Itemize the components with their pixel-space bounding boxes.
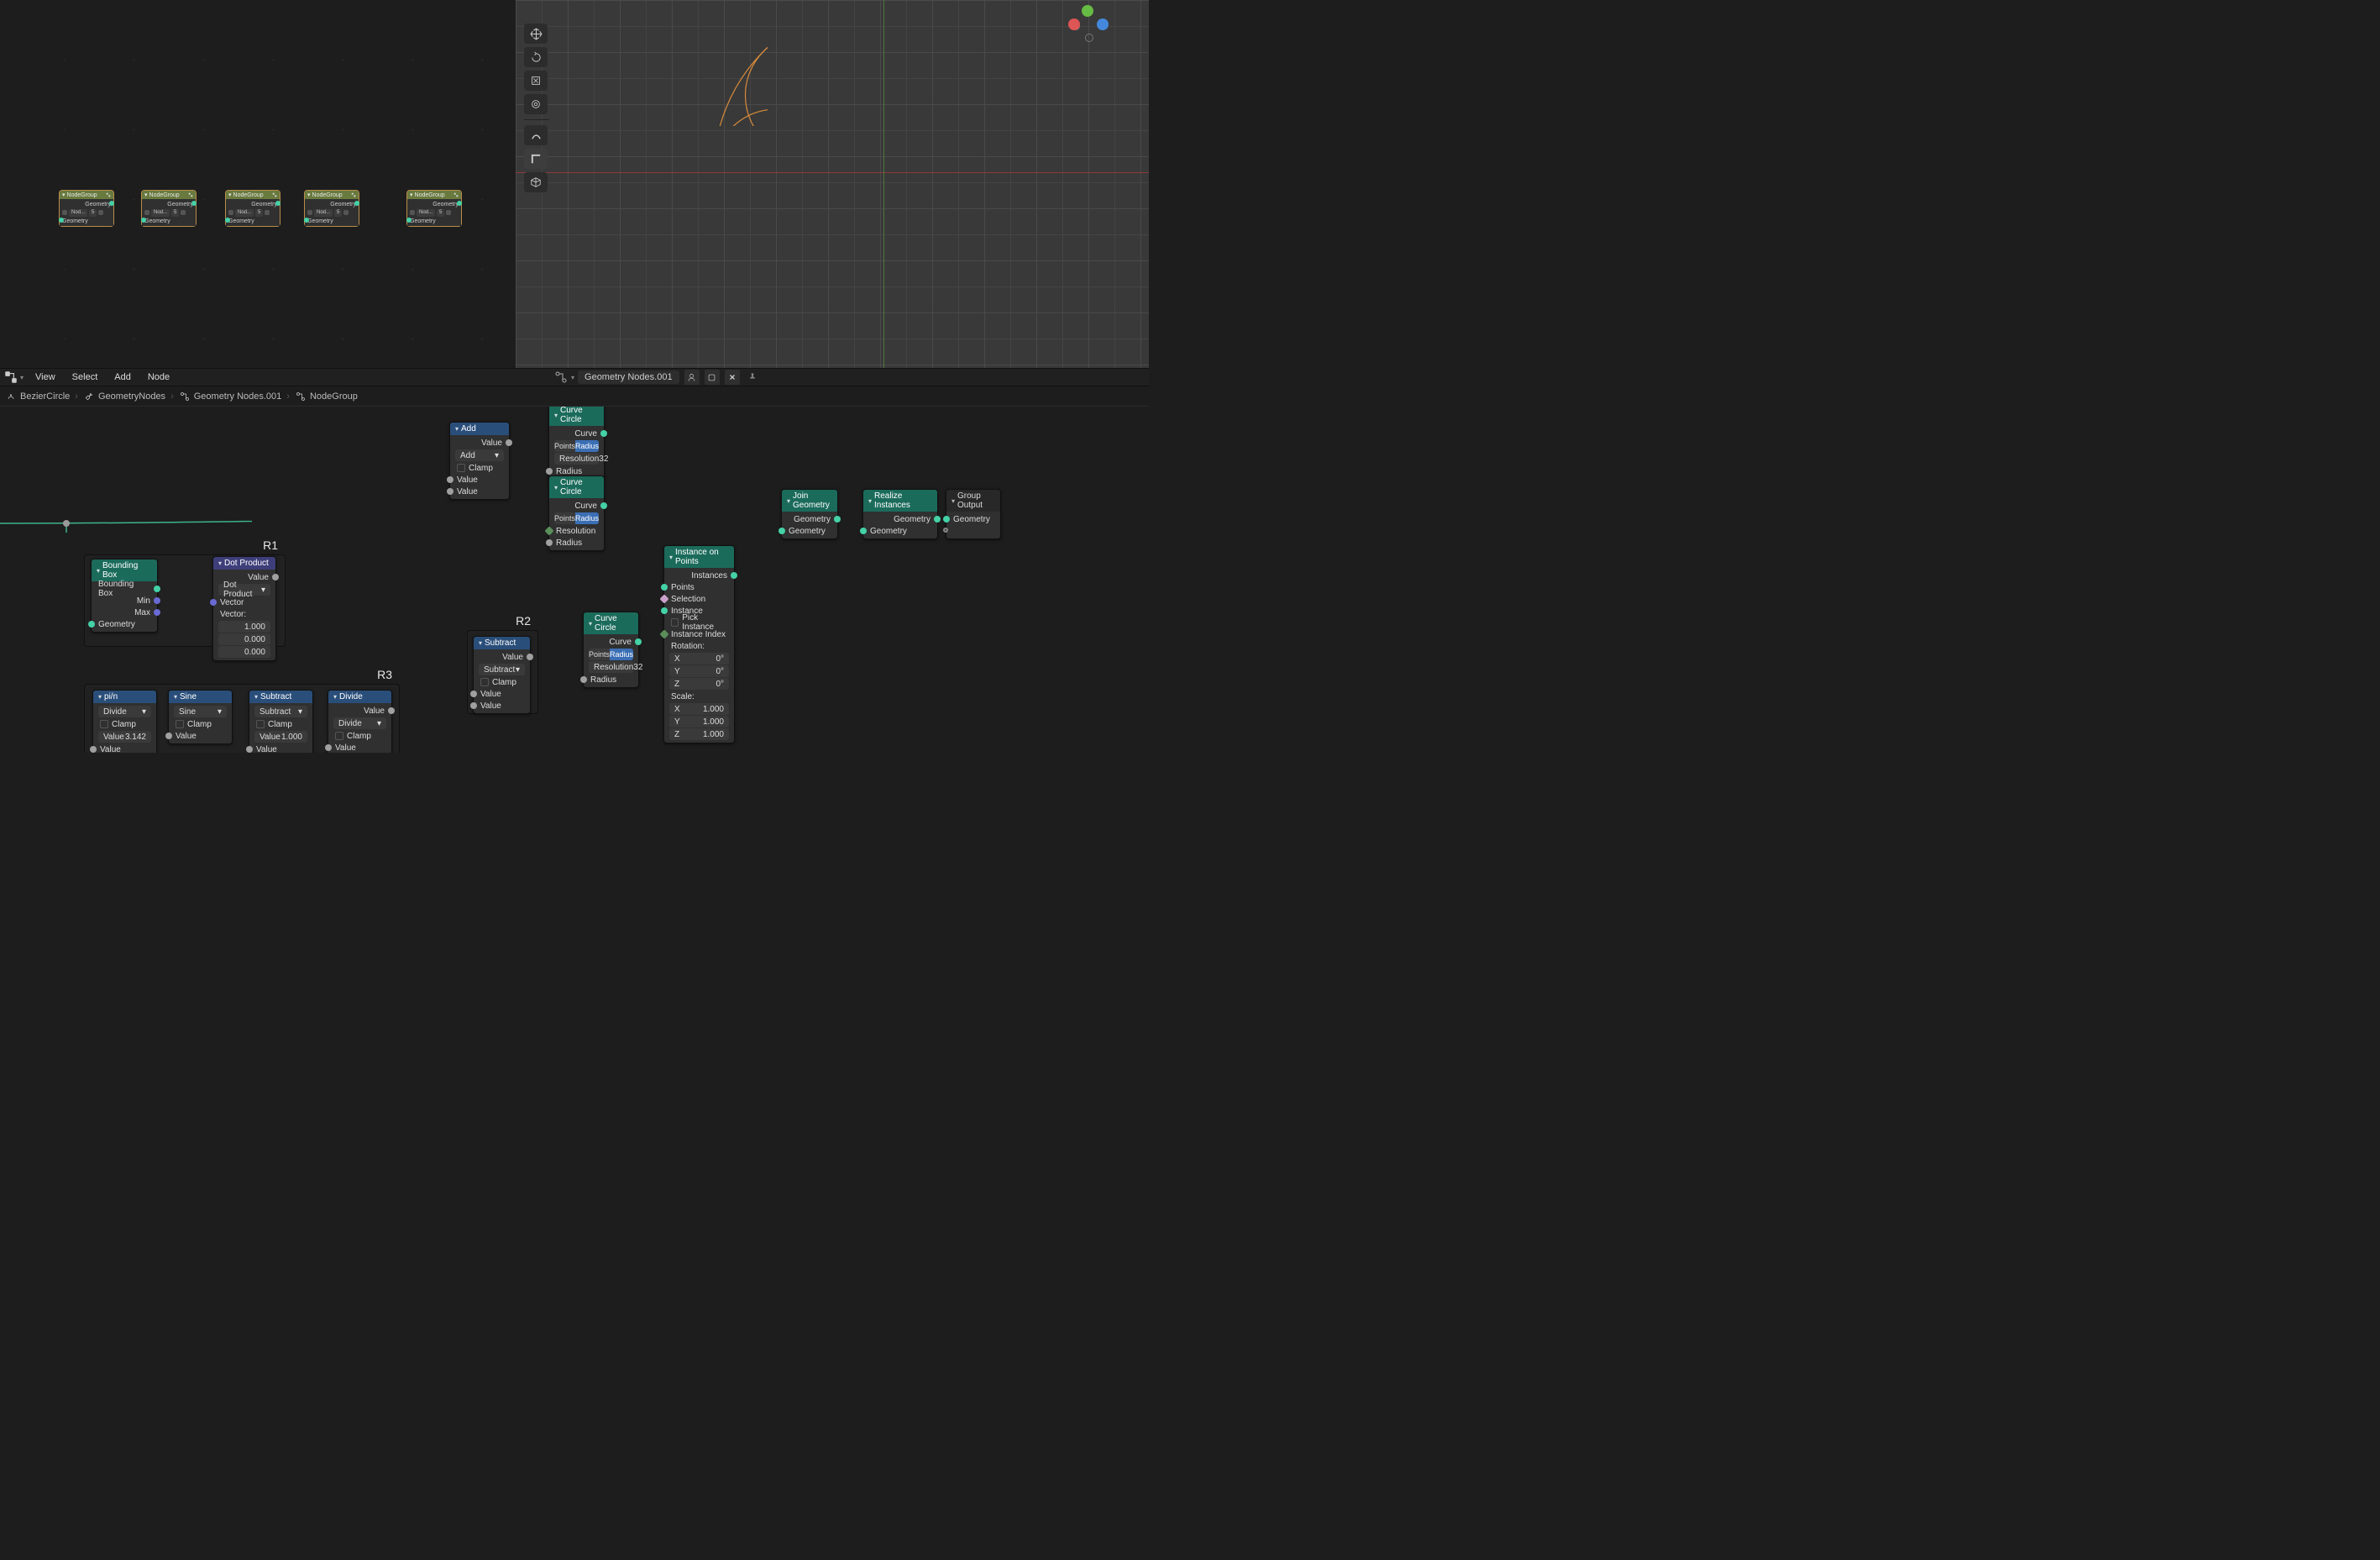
- node-header[interactable]: Join Geometry: [782, 490, 837, 512]
- viewport-tool-column: [524, 24, 549, 192]
- node-instance-on-points[interactable]: Instance on Points Instances Points Sele…: [663, 545, 735, 743]
- camera-view-icon[interactable]: [524, 94, 548, 114]
- node-group-output[interactable]: Group Output Geometry: [946, 489, 1001, 539]
- fake-user-icon[interactable]: [705, 370, 720, 385]
- zoom-view-icon[interactable]: [524, 71, 548, 91]
- rotate-view-icon[interactable]: [524, 47, 548, 67]
- unlink-icon[interactable]: [725, 370, 740, 385]
- node-header[interactable]: Subtract: [474, 637, 530, 649]
- crumb-modifier[interactable]: GeometryNodes: [83, 391, 165, 402]
- node-curve-circle-2[interactable]: Curve Circle Curve PointsRadius Resoluti…: [548, 475, 605, 551]
- node-bounding-box[interactable]: Bounding Box Bounding Box Min Max Geomet…: [91, 559, 158, 633]
- axis-y-ball[interactable]: [1082, 5, 1093, 17]
- frame-title-r1: R1: [263, 538, 278, 552]
- node-header[interactable]: Divide: [328, 691, 391, 703]
- breadcrumb: BezierCircle › GeometryNodes › Geometry …: [0, 386, 1149, 407]
- dot-grid: [0, 0, 516, 368]
- users-icon[interactable]: [684, 370, 700, 385]
- node-header[interactable]: Realize Instances: [863, 490, 937, 512]
- node-curve-circle-1[interactable]: Curve Circle Curve PointsRadius Resoluti…: [548, 407, 605, 480]
- node-header[interactable]: Sine: [169, 691, 232, 703]
- node-header[interactable]: Add: [450, 423, 509, 435]
- node-subtract-r2[interactable]: Subtract Value Subtract▾ Clamp Value Val…: [473, 636, 531, 714]
- node-add[interactable]: Add Value Add▾ Clamp Value Value: [449, 422, 510, 500]
- 3d-viewport[interactable]: [516, 0, 1149, 368]
- menu-select[interactable]: Select: [64, 372, 107, 382]
- wrench-icon: [83, 391, 95, 402]
- reroute[interactable]: [63, 520, 70, 527]
- axis-y: [883, 0, 884, 368]
- crumb-object[interactable]: BezierCircle: [5, 391, 70, 402]
- mini-nodegroup-2[interactable]: ▾NodeGroupGeometryNod...5Geometry: [225, 190, 280, 227]
- node-dot-product[interactable]: Dot Product Value Dot Product▾ Vector Ve…: [212, 556, 276, 661]
- mode-switch[interactable]: PointsRadius: [554, 512, 599, 524]
- node-realize-instances[interactable]: Realize Instances Geometry Geometry: [862, 489, 938, 539]
- op-dropdown[interactable]: Dot Product▾: [218, 584, 270, 596]
- resolution-field[interactable]: Resolution32: [554, 453, 599, 465]
- node-header[interactable]: Curve Circle: [549, 407, 604, 426]
- axis-z-ball[interactable]: [1097, 18, 1109, 30]
- lower-wires: [0, 407, 252, 533]
- node-header[interactable]: Subtract: [249, 691, 312, 703]
- node-curve-circle-3[interactable]: Curve Circle Curve PointsRadius Resoluti…: [583, 612, 639, 688]
- menu-node[interactable]: Node: [139, 372, 178, 382]
- node-pin[interactable]: pi/n Divide▾ Clamp Value3.142 Value: [92, 690, 157, 753]
- lower-node-editor[interactable]: R1 R2 R3 Curve Circle Curve PointsRadius…: [0, 407, 1149, 753]
- mini-nodegroup-1[interactable]: ▾NodeGroupGeometryNod...5Geometry: [141, 190, 197, 227]
- crumb-nodegroup[interactable]: NodeGroup: [295, 391, 358, 402]
- nodetree-icon: [554, 370, 568, 384]
- editor-type-dropdown[interactable]: ▾: [0, 370, 27, 385]
- axis-x: [516, 172, 1149, 173]
- node-header[interactable]: Instance on Points: [664, 546, 734, 568]
- node-header[interactable]: Curve Circle: [584, 612, 638, 634]
- mini-nodegroup-3[interactable]: ▾NodeGroupGeometryNod...5Geometry: [304, 190, 359, 227]
- orientation-gizmo[interactable]: [1070, 7, 1107, 44]
- node-header[interactable]: pi/n: [93, 691, 156, 703]
- draw-tool-icon[interactable]: [524, 125, 548, 145]
- move-view-icon[interactable]: [524, 24, 548, 44]
- node-subtract-r3[interactable]: Subtract Subtract▾ Clamp Value1.000 Valu…: [249, 690, 313, 753]
- mini-nodegroup-0[interactable]: ▾NodeGroupGeometryNod...5Geometry: [59, 190, 114, 227]
- nodetree-icon: [295, 391, 307, 402]
- menu-add[interactable]: Add: [106, 372, 139, 382]
- upper-node-editor[interactable]: ▾NodeGroupGeometryNod...5Geometry ▾NodeGr…: [0, 0, 516, 368]
- nodetree-icon: [179, 391, 191, 402]
- axis-x-ball[interactable]: [1068, 18, 1080, 30]
- mini-nodegroup-4[interactable]: ▾NodeGroupGeometryNod...5Geometry: [406, 190, 462, 227]
- node-header[interactable]: Group Output: [946, 490, 1000, 512]
- op-dropdown[interactable]: Subtract▾: [479, 664, 525, 675]
- spiral-geometry: [516, 0, 768, 126]
- node-join-geometry[interactable]: Join Geometry Geometry Geometry: [781, 489, 838, 539]
- node-divide[interactable]: Divide Value Divide▾ Clamp Value Value: [328, 690, 392, 753]
- add-cube-icon[interactable]: [524, 172, 548, 192]
- frame-title-r3: R3: [377, 668, 392, 681]
- node-header[interactable]: Bounding Box: [92, 559, 157, 581]
- nodetree-name-field[interactable]: Geometry Nodes.001: [578, 370, 679, 384]
- mode-switch[interactable]: PointsRadius: [589, 649, 633, 660]
- menu-view[interactable]: View: [27, 372, 64, 382]
- frame-title-r2: R2: [516, 614, 531, 628]
- op-dropdown[interactable]: Add▾: [455, 449, 504, 461]
- mode-switch[interactable]: PointsRadius: [554, 440, 599, 452]
- node-sine[interactable]: Sine Sine▾ Clamp Value: [168, 690, 233, 744]
- pin-icon[interactable]: [745, 370, 760, 385]
- resolution-field[interactable]: Resolution32: [589, 661, 633, 673]
- node-header[interactable]: Dot Product: [213, 557, 275, 570]
- node-editor-header: ▾ View Select Add Node ▾ Geometry Nodes.…: [0, 368, 1149, 386]
- measure-tool-icon[interactable]: [524, 149, 548, 169]
- node-header[interactable]: Curve Circle: [549, 476, 604, 498]
- crumb-nodetree[interactable]: Geometry Nodes.001: [179, 391, 282, 402]
- object-icon: [5, 391, 17, 402]
